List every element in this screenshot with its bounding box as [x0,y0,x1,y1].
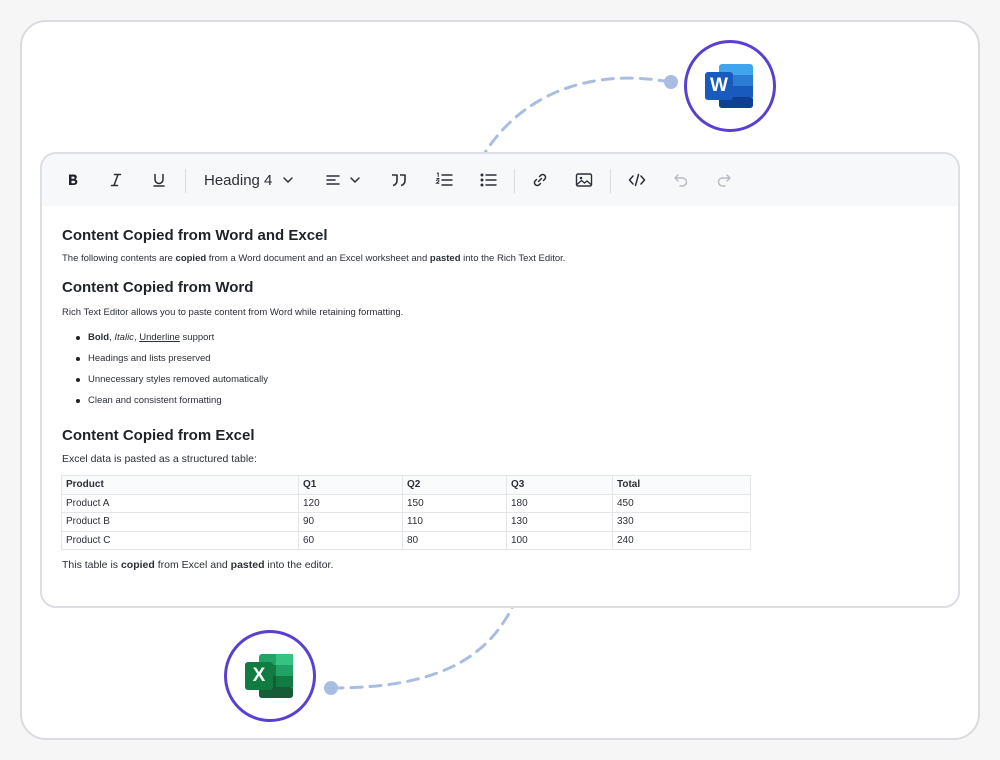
undo-icon [673,172,689,188]
table-cell: Product C [61,530,299,551]
table-header-row: Product Q1 Q2 Q3 Total [61,475,751,495]
table-cell: 100 [506,530,613,551]
heading-value: Heading 4 [204,171,273,189]
table-row: Product C 60 80 100 240 [61,530,751,551]
underline-icon [151,172,167,188]
code-icon [628,172,646,188]
editor-toolbar: Heading 4 [42,154,958,206]
word-badge: W [684,40,776,132]
italic-icon [108,172,124,188]
list-bold-text: Bold [88,332,110,343]
table-cell: 330 [612,512,751,532]
insert-image-button[interactable] [571,164,597,196]
intro-bold-copied: copied [175,253,207,264]
blockquote-button[interactable] [386,164,412,196]
list-italic-text: Italic [114,332,134,343]
table-cell: 130 [506,512,613,532]
intro-bold-pasted: pasted [429,253,461,264]
excel-arrow-start-dot [324,681,338,695]
ordered-list-button[interactable] [431,164,457,196]
excel-data-table: Product Q1 Q2 Q3 Total Product A 120 150… [61,475,751,551]
table-cell: Product B [61,512,299,532]
alignment-dropdown[interactable] [322,164,364,196]
intro-paragraph: The following contents are copied from a… [62,253,565,264]
chevron-down-icon [349,174,361,186]
undo-button[interactable] [668,164,694,196]
align-left-icon [325,172,341,188]
table-cell: 120 [298,493,403,514]
list-item: Headings and lists preserved [76,348,268,369]
table-cell: Product A [61,493,299,514]
insert-link-button[interactable] [527,164,553,196]
footer-text: This table is [62,559,121,571]
toolbar-separator [514,169,515,193]
image-icon [575,172,593,188]
heading-word-and-excel: Content Copied from Word and Excel [62,227,328,244]
list-item: Clean and consistent formatting [76,390,268,411]
heading-excel: Content Copied from Excel [62,427,255,444]
table-row: Product A 120 150 180 450 [61,493,751,514]
table-cell: 80 [402,530,507,551]
excel-paragraph: Excel data is pasted as a structured tab… [62,453,257,465]
table-cell: 240 [612,530,751,551]
table-cell: 150 [402,493,507,514]
underline-button[interactable] [146,164,172,196]
ordered-list-icon [435,172,453,188]
heading-word: Content Copied from Word [62,279,254,296]
footer-bold-copied: copied [120,559,155,571]
redo-icon [716,172,732,188]
excel-badge: X [224,630,316,722]
excel-letter: X [252,665,266,686]
redo-button[interactable] [711,164,737,196]
table-cell: 180 [506,493,613,514]
footer-text: into the editor. [264,559,334,571]
word-arrow-start-dot [664,75,678,89]
table-caption-paragraph: This table is copied from Excel and past… [62,559,333,571]
word-paragraph: Rich Text Editor allows you to paste con… [62,307,404,318]
bullet-list-button[interactable] [475,164,501,196]
list-item: Unnecessary styles removed automatically [76,369,268,390]
source-code-button[interactable] [624,164,650,196]
table-header-cell: Q3 [506,475,613,495]
table-header-cell: Q2 [402,475,507,495]
footer-bold-pasted: pasted [230,559,265,571]
list-item: Bold, Italic, Underline support [76,327,268,348]
footer-text: from Excel and [154,559,231,571]
toolbar-separator [185,169,186,193]
bold-icon [65,172,81,188]
list-underline-text: Underline [139,332,180,343]
list-text: support [179,332,215,343]
italic-button[interactable] [103,164,129,196]
quote-icon [390,172,408,188]
table-cell: 450 [612,493,751,514]
table-cell: 60 [298,530,403,551]
microsoft-excel-icon: X [245,654,295,698]
table-header-cell: Product [61,475,299,495]
bullet-list-icon [479,172,497,188]
word-letter: W [710,75,728,96]
intro-text: from a Word document and an Excel worksh… [206,253,430,264]
table-header-cell: Total [612,475,751,495]
bold-button[interactable] [60,164,86,196]
chevron-down-icon [282,174,294,186]
feature-list: Bold, Italic, Underline support Headings… [76,327,268,411]
link-icon [532,172,548,188]
intro-text: The following contents are [62,253,176,264]
table-row: Product B 90 110 130 330 [61,512,751,532]
table-cell: 90 [298,512,403,532]
toolbar-separator [610,169,611,193]
heading-format-dropdown[interactable]: Heading 4 [198,164,304,196]
intro-text: into the Rich Text Editor. [460,253,566,264]
table-cell: 110 [402,512,507,532]
microsoft-word-icon: W [705,64,755,108]
table-header-cell: Q1 [298,475,403,495]
